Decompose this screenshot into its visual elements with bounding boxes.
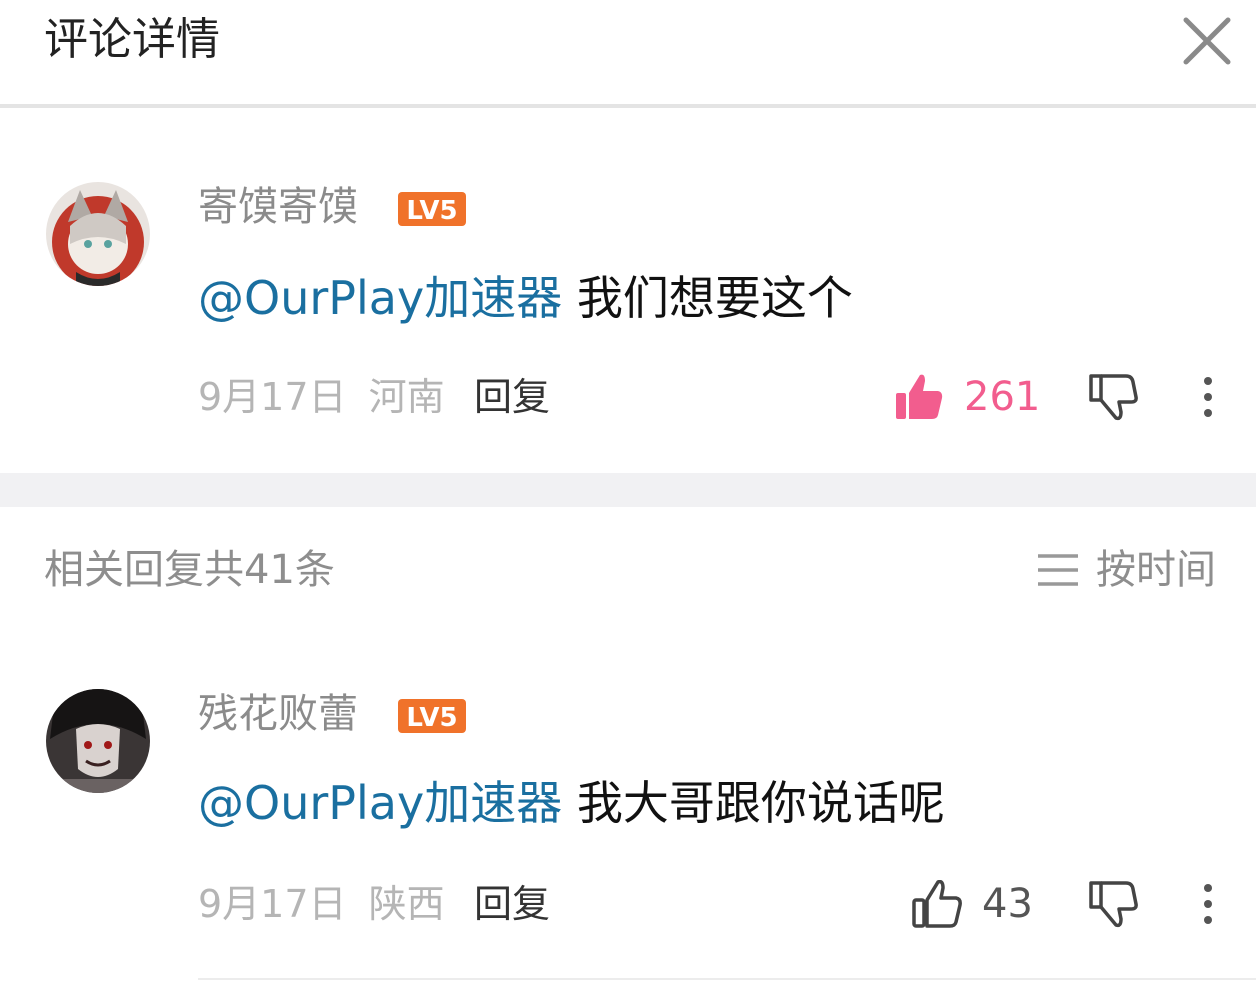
thumbs-down-icon <box>1089 374 1138 421</box>
level-text: LV5 <box>406 196 457 226</box>
level-badge: LV5 <box>398 699 466 733</box>
close-icon[interactable] <box>1180 14 1234 68</box>
more-options-icon[interactable] <box>1194 877 1222 931</box>
sort-button[interactable]: 按时间 <box>1036 543 1216 597</box>
username[interactable]: 寄馍寄馍 <box>198 182 358 232</box>
level-badge: LV5 <box>398 192 466 226</box>
page-title: 评论详情 <box>44 14 220 65</box>
reply-divider <box>198 978 1256 980</box>
avatar[interactable] <box>46 689 150 793</box>
mention-link[interactable]: @OurPlay加速器 <box>198 271 562 325</box>
thumbs-down-icon <box>1089 881 1138 928</box>
like-button[interactable]: 261 <box>894 370 1040 424</box>
sort-menu-icon <box>1038 554 1078 586</box>
like-count: 43 <box>982 881 1033 927</box>
reply-button[interactable]: 回复 <box>474 372 550 422</box>
more-options-icon[interactable] <box>1194 370 1222 424</box>
mention-link[interactable]: @OurPlay加速器 <box>198 776 562 830</box>
reply-button[interactable]: 回复 <box>474 879 550 929</box>
like-button[interactable]: 43 <box>912 877 1033 931</box>
comment-location: 河南 <box>368 375 445 419</box>
header-divider <box>0 104 1256 108</box>
comment-text: 我大哥跟你说话呢 <box>576 776 945 830</box>
comment-content: @OurPlay加速器 我大哥跟你说话呢 <box>198 773 945 833</box>
sort-label: 按时间 <box>1096 547 1216 593</box>
page-header: 评论详情 <box>0 0 1256 104</box>
comment-location: 陕西 <box>368 882 445 926</box>
dislike-button[interactable] <box>1086 370 1140 424</box>
comment-meta: 9月17日 河南 <box>198 372 445 422</box>
comment-meta: 9月17日 陕西 <box>198 879 445 929</box>
section-divider <box>0 473 1256 507</box>
username[interactable]: 残花败蕾 <box>198 689 358 739</box>
thumbs-up-icon <box>912 880 962 928</box>
replies-count: 相关回复共41条 <box>44 547 335 593</box>
comment-date: 9月17日 <box>198 882 347 926</box>
comment-text: 我们想要这个 <box>576 271 853 325</box>
avatar[interactable] <box>46 182 150 286</box>
thumbs-up-filled-icon <box>896 374 943 419</box>
comment-content: @OurPlay加速器 我们想要这个 <box>198 268 853 328</box>
level-text: LV5 <box>406 703 457 733</box>
comment-date: 9月17日 <box>198 375 347 419</box>
dislike-button[interactable] <box>1086 877 1140 931</box>
like-count: 261 <box>964 374 1041 420</box>
